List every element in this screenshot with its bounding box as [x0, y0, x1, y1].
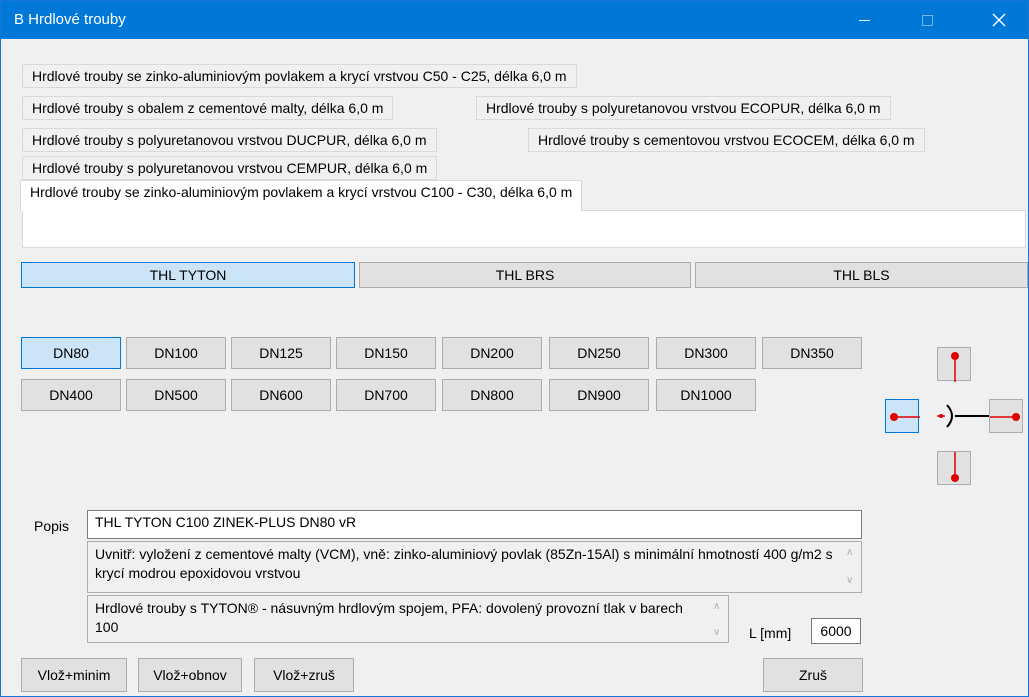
dn-button-dn1000[interactable]: DN1000 — [656, 379, 756, 411]
connect-left-button[interactable] — [885, 399, 920, 433]
tab-ecocem[interactable]: Hrdlové trouby s cementovou vrstvou ECOC… — [528, 128, 925, 152]
scroll-down-icon: ∨ — [846, 575, 854, 586]
dn-button-dn800[interactable]: DN800 — [442, 379, 542, 411]
tab-c100-c30[interactable]: Hrdlové trouby se zinko-aluminiovým povl… — [20, 180, 583, 211]
scroll-down-icon: ∨ — [713, 627, 721, 638]
joint-type-brs[interactable]: THL BRS — [359, 262, 691, 288]
dn-button-dn400[interactable]: DN400 — [21, 379, 121, 411]
length-label: L [mm] — [749, 625, 792, 641]
tab-ducpur[interactable]: Hrdlové trouby s polyuretanovou vrstvou … — [22, 128, 437, 152]
title-bar[interactable]: B Hrdlové trouby — [1, 1, 1028, 39]
dn-button-dn500[interactable]: DN500 — [126, 379, 226, 411]
popis-field[interactable]: THL TYTON C100 ZINEK-PLUS DN80 vR — [87, 510, 862, 539]
insert-cancel-button[interactable]: Vlož+zruš — [254, 658, 354, 692]
dn-button-dn125[interactable]: DN125 — [231, 337, 331, 369]
length-field[interactable]: 6000 — [811, 618, 861, 644]
tab-panel — [22, 210, 1026, 248]
minimize-icon — [858, 19, 870, 21]
description-inner-outer[interactable]: Uvnitř: vyložení z cementové malty (VCM)… — [87, 541, 862, 593]
dn-button-dn80[interactable]: DN80 — [21, 337, 121, 369]
tab-ecopur[interactable]: Hrdlové trouby s polyuretanovou vrstvou … — [476, 96, 891, 120]
description-joint[interactable]: Hrdlové trouby s TYTON® - násuvným hrdlo… — [87, 595, 729, 643]
scroll-up-icon: ∧ — [713, 601, 721, 612]
dn-button-dn300[interactable]: DN300 — [656, 337, 756, 369]
window-title: B Hrdlové trouby — [14, 11, 126, 28]
connect-right-icon — [990, 413, 1020, 421]
connect-up-icon — [951, 352, 959, 382]
cancel-button[interactable]: Zruš — [763, 658, 863, 692]
scroll-up-icon: ∧ — [846, 547, 854, 558]
insert-restore-button[interactable]: Vlož+obnov — [138, 658, 242, 692]
tab-c50-c25[interactable]: Hrdlové trouby se zinko-aluminiovým povl… — [22, 64, 577, 88]
tab-cempur[interactable]: Hrdlové trouby s polyuretanovou vrstvou … — [22, 156, 438, 180]
dn-button-dn900[interactable]: DN900 — [549, 379, 649, 411]
joint-type-bls[interactable]: THL BLS — [695, 262, 1028, 288]
dn-button-dn700[interactable]: DN700 — [336, 379, 436, 411]
socket-pipe-icon — [937, 404, 989, 428]
close-button[interactable] — [976, 1, 1022, 39]
joint-description-scrollbar[interactable]: ∧ ∨ — [710, 598, 726, 640]
connect-left-icon — [890, 413, 920, 421]
insert-minimize-button[interactable]: Vlož+minim — [21, 658, 127, 692]
maximize-icon — [921, 14, 933, 26]
tab-cement-mortar[interactable]: Hrdlové trouby s obalem z cementové malt… — [22, 96, 394, 120]
dn-button-dn100[interactable]: DN100 — [126, 337, 226, 369]
close-icon — [992, 13, 1006, 27]
popis-label: Popis — [34, 518, 70, 534]
description-scrollbar[interactable]: ∧ ∨ — [843, 544, 859, 590]
dn-button-dn250[interactable]: DN250 — [549, 337, 649, 369]
dn-button-dn350[interactable]: DN350 — [762, 337, 862, 369]
dn-button-dn150[interactable]: DN150 — [336, 337, 436, 369]
description-joint-text: Hrdlové trouby s TYTON® - násuvným hrdlo… — [95, 600, 683, 635]
dialog-window: B Hrdlové trouby Hrdlové trouby se zinko… — [0, 0, 1029, 697]
connect-right-button[interactable] — [989, 399, 1023, 433]
pipe-category-tabs: Hrdlové trouby se zinko-aluminiovým povl… — [20, 64, 1026, 248]
joint-type-tyton[interactable]: THL TYTON — [21, 262, 355, 288]
minimize-button[interactable] — [841, 1, 887, 39]
connect-down-icon — [951, 452, 959, 482]
connection-selector — [885, 347, 1029, 497]
connect-top-button[interactable] — [937, 347, 971, 382]
dn-button-dn600[interactable]: DN600 — [231, 379, 331, 411]
description-inner-outer-text: Uvnitř: vyložení z cementové malty (VCM)… — [95, 546, 833, 581]
dn-button-dn200[interactable]: DN200 — [442, 337, 542, 369]
connect-bottom-button[interactable] — [937, 451, 971, 485]
maximize-button[interactable] — [904, 1, 950, 39]
